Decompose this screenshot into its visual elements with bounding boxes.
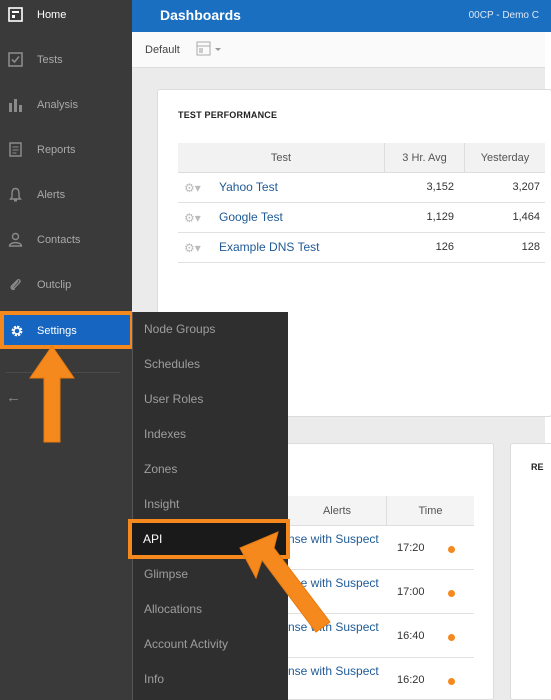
arrow-up-icon — [29, 345, 75, 443]
arrow-left-icon — [239, 531, 331, 633]
annotation-arrows — [29, 345, 331, 633]
